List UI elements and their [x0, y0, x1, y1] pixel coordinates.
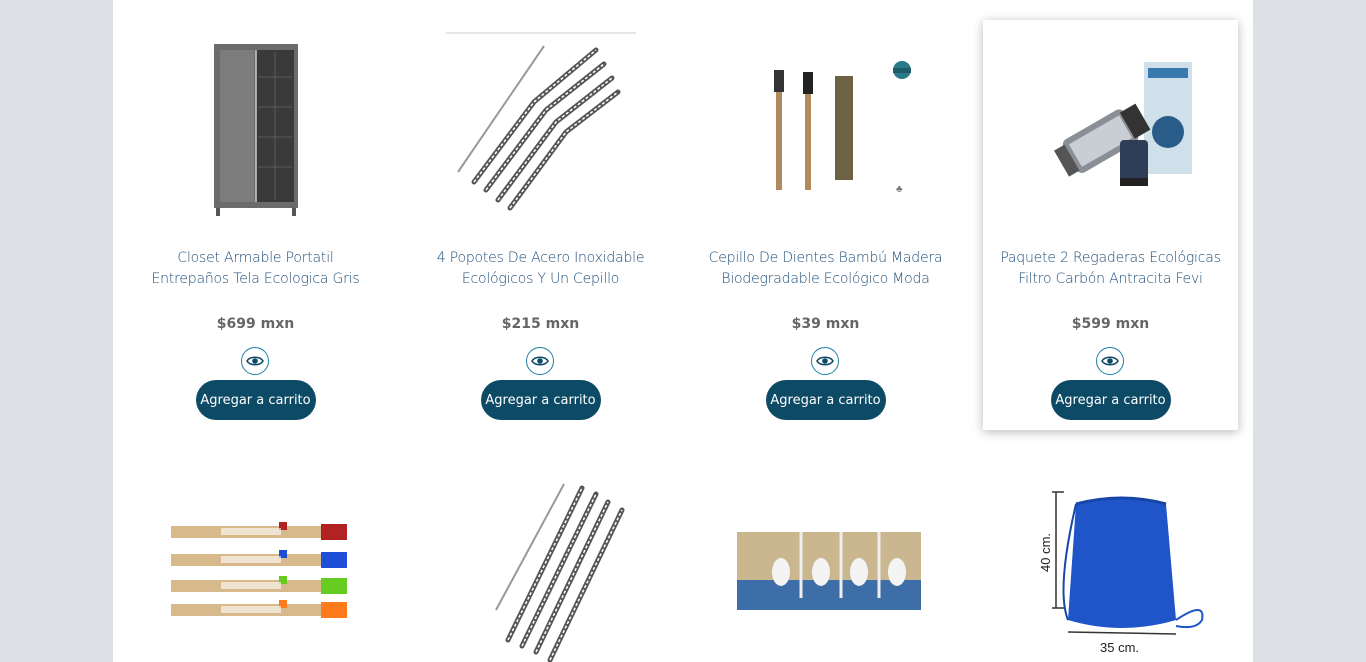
product-image-straws[interactable] — [445, 480, 636, 662]
product-title[interactable]: Closet Armable Portatil Entrepaños Tela … — [138, 248, 373, 290]
quick-view-eye-icon[interactable] — [525, 347, 554, 375]
add-to-cart-button[interactable]: Agregar a carrito — [765, 380, 886, 420]
product-image-shower-filter[interactable] — [1015, 32, 1206, 218]
add-to-cart-button[interactable]: Agregar a carrito — [195, 380, 316, 420]
add-to-cart-button[interactable]: Agregar a carrito — [480, 380, 601, 420]
product-image-bamboo-toothbrush[interactable]: ♣ — [730, 32, 921, 218]
quick-view-eye-icon[interactable] — [240, 347, 269, 375]
product-card[interactable] — [413, 480, 668, 662]
quick-view-eye-icon[interactable] — [1095, 347, 1124, 375]
product-title[interactable]: Cepillo De Dientes Bambú Madera Biodegra… — [708, 248, 943, 290]
svg-text:35 cm.: 35 cm. — [1100, 640, 1139, 655]
product-card[interactable]: Closet Armable Portatil Entrepaños Tela … — [128, 22, 383, 432]
product-card[interactable]: 40 cm. 35 cm. — [983, 480, 1238, 662]
product-image-straws[interactable] — [445, 32, 636, 218]
svg-text:40 cm.: 40 cm. — [1038, 533, 1053, 572]
product-title[interactable]: 4 Popotes De Acero Inoxidable Ecológicos… — [423, 248, 658, 290]
product-image-pens[interactable] — [160, 480, 351, 662]
product-image-drawstring-bag[interactable]: 40 cm. 35 cm. — [1015, 480, 1206, 662]
product-price: $699 mxn — [216, 316, 295, 332]
product-price: $215 mxn — [501, 316, 580, 332]
product-image-closet[interactable] — [185, 32, 326, 218]
quick-view-eye-icon[interactable] — [810, 347, 839, 375]
product-card[interactable] — [128, 480, 383, 662]
product-grid-page: Closet Armable Portatil Entrepaños Tela … — [113, 0, 1253, 662]
add-to-cart-button[interactable]: Agregar a carrito — [1050, 380, 1171, 420]
product-price: $39 mxn — [791, 316, 860, 332]
product-card[interactable]: Paquete 2 Regaderas Ecológicas Filtro Ca… — [983, 20, 1238, 430]
product-card[interactable]: 4 Popotes De Acero Inoxidable Ecológicos… — [413, 22, 668, 432]
svg-text:♣: ♣ — [896, 184, 903, 195]
product-image-urinals[interactable] — [730, 480, 921, 662]
product-price: $599 mxn — [1071, 316, 1150, 332]
product-card[interactable]: ♣ Cepillo De Dientes Bambú Madera Biodeg… — [698, 22, 953, 432]
product-card[interactable] — [698, 480, 953, 662]
product-title[interactable]: Paquete 2 Regaderas Ecológicas Filtro Ca… — [993, 248, 1228, 290]
